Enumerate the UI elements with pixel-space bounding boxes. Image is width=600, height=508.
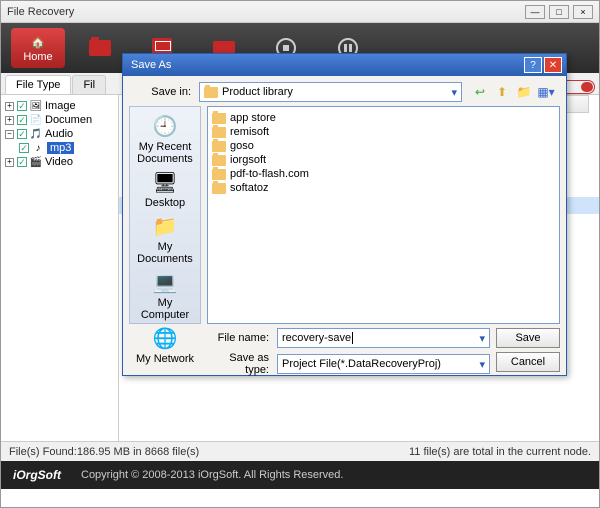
file-type-tree: +✓🖼Image +✓📄Documen −✓🎵Audio ✓♪mp3 +✓🎬Vi… (1, 95, 119, 441)
document-icon: 📄 (30, 114, 42, 126)
mp3-icon: ♪ (32, 142, 44, 154)
folder-icon (212, 169, 226, 180)
open-button[interactable] (73, 28, 127, 68)
saveastype-dropdown[interactable]: Project File(*.DataRecoveryProj)▾ (277, 354, 490, 374)
save-button[interactable]: Save (496, 328, 560, 348)
folder-icon (89, 40, 111, 56)
folder-icon (212, 155, 226, 166)
close-button[interactable]: × (573, 5, 593, 19)
tree-image[interactable]: +✓🖼Image (5, 99, 114, 113)
place-mycomp[interactable]: 💻My Computer (132, 269, 198, 321)
folder-item[interactable]: goso (212, 139, 555, 153)
folder-icon (212, 113, 226, 124)
up-icon[interactable]: ⬆ (494, 84, 510, 100)
chevron-down-icon: ▾ (479, 358, 485, 371)
folder-item[interactable]: remisoft (212, 125, 555, 139)
viewmenu-icon[interactable]: ▦▾ (538, 84, 554, 100)
saveastype-label: Save as type: (207, 352, 273, 376)
tree-video[interactable]: +✓🎬Video (5, 155, 114, 169)
brand-logo: iOrgSoft (13, 468, 61, 482)
place-recent[interactable]: 🕘My Recent Documents (132, 113, 198, 165)
mydocs-icon: 📁 (151, 213, 179, 239)
tree-audio[interactable]: −✓🎵Audio (5, 127, 114, 141)
dialog-title: Save As (127, 59, 522, 71)
folder-item[interactable]: app store (212, 111, 555, 125)
home-button[interactable]: 🏠 Home (11, 28, 65, 68)
filename-label: File name: (207, 332, 273, 344)
filename-input[interactable]: recovery-save▾ (277, 328, 490, 348)
status-left: File(s) Found:186.95 MB in 8668 file(s) (9, 446, 199, 458)
folder-item[interactable]: softatoz (212, 181, 555, 195)
folder-icon (212, 183, 226, 194)
savein-dropdown[interactable]: Product library ▾ (199, 82, 462, 102)
recent-icon: 🕘 (151, 113, 179, 139)
copyright: Copyright © 2008-2013 iOrgSoft. All Righ… (81, 469, 343, 481)
minimize-button[interactable]: — (525, 5, 545, 19)
home-label: Home (23, 51, 52, 63)
back-icon[interactable]: ↩ (472, 84, 488, 100)
folder-list[interactable]: app storeremisoftgosoiorgsoftpdf-to-flas… (207, 106, 560, 324)
maximize-button[interactable]: □ (549, 5, 569, 19)
tab-file-type[interactable]: File Type (5, 75, 71, 94)
dialog-close-button[interactable]: ✕ (544, 57, 562, 73)
chevron-down-icon: ▾ (451, 86, 457, 99)
video-icon: 🎬 (30, 156, 42, 168)
place-mydocs[interactable]: 📁My Documents (132, 213, 198, 265)
folder-icon (204, 87, 218, 98)
mycomp-icon: 💻 (151, 269, 179, 295)
folder-icon (212, 141, 226, 152)
savein-label: Save in: (129, 86, 195, 98)
cancel-button[interactable]: Cancel (496, 352, 560, 372)
save-as-dialog: Save As ? ✕ Save in: Product library ▾ ↩… (122, 53, 567, 376)
place-desktop[interactable]: 🖥Desktop (145, 169, 185, 209)
window-title: File Recovery (7, 6, 521, 18)
image-icon: 🖼 (30, 100, 42, 112)
places-bar: 🕘My Recent Documents 🖥Desktop 📁My Docume… (129, 106, 201, 324)
tab-file-path[interactable]: Fil (72, 75, 106, 94)
folder-icon (212, 127, 226, 138)
folder-item[interactable]: pdf-to-flash.com (212, 167, 555, 181)
status-right: 11 file(s) are total in the current node… (409, 446, 591, 458)
dialog-help-button[interactable]: ? (524, 57, 542, 73)
chevron-down-icon: ▾ (479, 332, 485, 345)
tree-document[interactable]: +✓📄Documen (5, 113, 114, 127)
audio-icon: 🎵 (30, 128, 42, 140)
desktop-icon: 🖥 (151, 169, 179, 195)
tree-mp3[interactable]: ✓♪mp3 (5, 141, 114, 155)
newfolder-icon[interactable]: 📁 (516, 84, 532, 100)
folder-item[interactable]: iorgsoft (212, 153, 555, 167)
home-icon: 🏠 (27, 33, 49, 51)
